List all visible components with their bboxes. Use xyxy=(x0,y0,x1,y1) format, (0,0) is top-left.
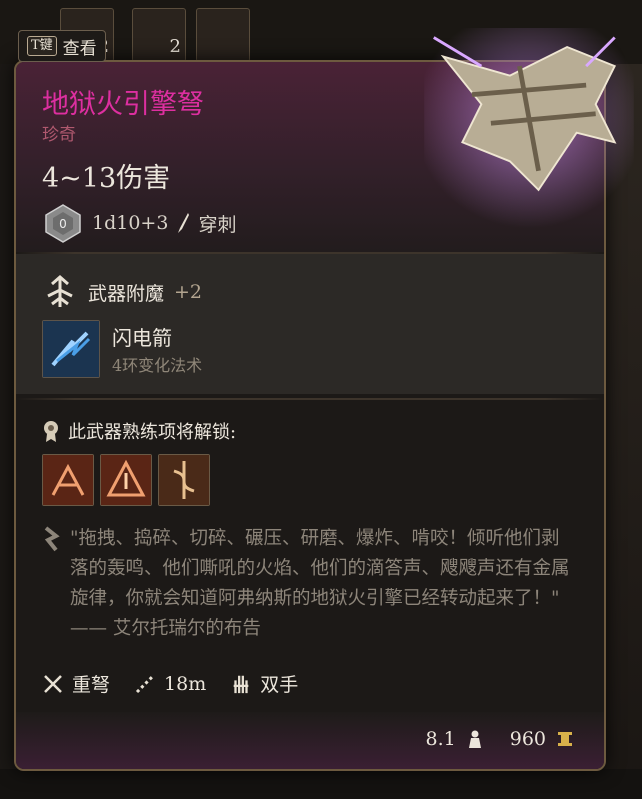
hotbar-slot[interactable]: 2 xyxy=(132,8,186,62)
slot-count: 2 xyxy=(169,36,181,57)
gold-icon xyxy=(558,732,572,746)
item-weight: 8.1 xyxy=(425,728,456,750)
spell-name: 闪电箭 xyxy=(112,326,172,350)
quote-icon xyxy=(44,526,60,552)
item-value: 960 xyxy=(509,728,546,750)
range-icon xyxy=(135,674,155,693)
tooltip-footer: 8.1 960 xyxy=(16,712,604,769)
enchantment-label: 武器附魔 xyxy=(88,282,165,305)
damage-detail: 0 1d10+3 穿刺 xyxy=(42,202,236,244)
handedness-prop: 双手 xyxy=(230,670,298,697)
proficiency-action-icon[interactable] xyxy=(158,454,210,506)
weapon-enchant-icon xyxy=(47,275,73,307)
hotbar-slot[interactable] xyxy=(196,8,250,62)
piercing-icon xyxy=(178,213,190,233)
damage-formula: 1d10+3 xyxy=(92,212,169,234)
inspect-hint[interactable]: T键 查看 xyxy=(18,30,106,62)
spell-subtitle: 4环变化法术 xyxy=(112,356,203,375)
weapon-properties: 重弩 18m 双手 xyxy=(42,670,312,697)
divider xyxy=(16,398,604,400)
damage-type: 穿刺 xyxy=(198,213,237,236)
enchantment-bonus: +2 xyxy=(174,281,203,303)
enchantment-row: 武器附魔 +2 xyxy=(42,274,202,310)
proficiency-label: 此武器熟练项将解锁: xyxy=(68,422,237,443)
item-rarity: 珍奇 xyxy=(42,125,76,145)
enchantment-section: 武器附魔 +2 闪电箭 4环变化法术 xyxy=(16,254,604,394)
inspect-label: 查看 xyxy=(62,38,97,59)
svg-text:0: 0 xyxy=(59,217,67,231)
two-handed-icon xyxy=(233,675,249,693)
proficiency-row: 此武器熟练项将解锁: xyxy=(42,418,236,444)
proficiency-actions xyxy=(42,454,210,506)
range-prop: 18m xyxy=(134,673,206,695)
item-damage: 4~13伤害 xyxy=(42,163,171,194)
scene-bottom xyxy=(0,769,642,799)
handedness: 双手 xyxy=(260,674,299,696)
weight-icon xyxy=(468,730,481,748)
lightning-bolt-spell-icon xyxy=(43,321,99,377)
range: 18m xyxy=(164,672,207,695)
weapon-type: 重弩 xyxy=(72,674,111,696)
dice-icon: 0 xyxy=(45,204,81,243)
proficiency-action-icon[interactable] xyxy=(42,454,94,506)
key-cap: T键 xyxy=(27,36,57,56)
proficiency-action-icon[interactable] xyxy=(100,454,152,506)
weapon-type-prop: 重弩 xyxy=(42,670,110,697)
item-artwork xyxy=(424,28,634,228)
spell-slot[interactable] xyxy=(42,320,100,378)
heavy-crossbow-icon xyxy=(44,674,62,693)
flavor-text: "拖拽、捣碎、切碎、碾压、研磨、爆炸、啃咬！倾听他们剥落的轰鸣、他们嘶吼的火焰、… xyxy=(70,528,570,639)
item-name: 地狱火引擎弩 xyxy=(42,89,204,120)
footer-stats: 8.1 960 xyxy=(426,728,574,750)
proficiency-medal-icon xyxy=(44,421,58,442)
